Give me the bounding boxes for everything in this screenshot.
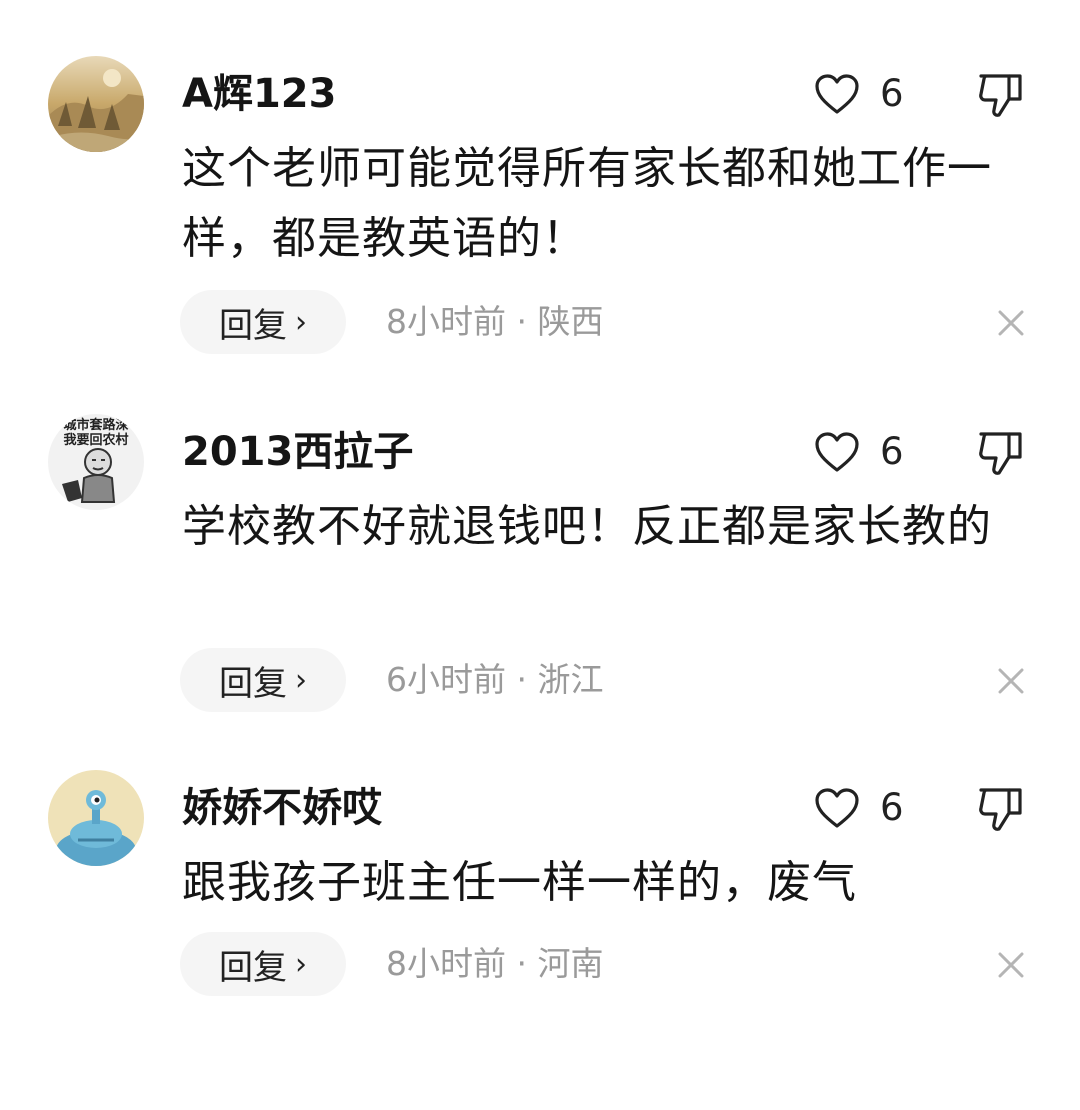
username[interactable]: 娇娇不娇哎 <box>182 784 382 832</box>
comment-meta: 8小时前 · 河南 <box>386 932 603 996</box>
username[interactable]: 2013西拉子 <box>182 428 413 476</box>
meta-separator: · <box>506 660 538 699</box>
heart-icon <box>815 74 859 114</box>
comment-text: 学校教不好就退钱吧！反正都是家长教的 <box>182 501 992 552</box>
comment-time: 6小时前 <box>386 660 506 699</box>
dislike-button[interactable] <box>976 70 1026 120</box>
reply-button[interactable]: 回复 › <box>180 290 346 354</box>
thumbs-down-icon <box>979 74 1022 117</box>
close-icon[interactable] <box>994 948 1028 982</box>
user-avatar[interactable]: 城市套路深 我要回农村 <box>48 414 144 510</box>
heart-icon <box>815 432 859 472</box>
comment-text: 这个老师可能觉得所有家长都和她工作一样，都是教英语的！ <box>182 143 992 264</box>
dislike-button[interactable] <box>976 784 1026 834</box>
avatar-caption-line1: 城市套路深 <box>63 417 128 433</box>
thumbs-down-icon <box>979 788 1022 831</box>
reply-label: 回复 <box>219 663 287 704</box>
comment-item: A辉123 6 这个老师可能觉得所有家长都和她工作一样，都是教英语的！ 回复 ›… <box>0 56 1080 396</box>
like-count: 6 <box>880 786 904 829</box>
user-avatar[interactable] <box>48 56 144 152</box>
comment-time: 8小时前 <box>386 944 506 983</box>
like-count: 6 <box>880 430 904 473</box>
meta-separator: · <box>506 944 538 983</box>
like-button[interactable]: 6 <box>814 70 904 118</box>
thumbs-down-icon <box>979 432 1022 475</box>
like-button[interactable]: 6 <box>814 428 904 476</box>
dislike-button[interactable] <box>976 428 1026 478</box>
comment-location: 陕西 <box>537 302 604 341</box>
like-count: 6 <box>880 72 904 115</box>
reply-label: 回复 <box>219 305 287 346</box>
comment-meta: 8小时前 · 陕西 <box>386 290 603 354</box>
chevron-right-icon: › <box>295 946 307 982</box>
comment-time: 8小时前 <box>386 302 506 341</box>
comment-meta: 6小时前 · 浙江 <box>386 648 603 712</box>
reply-button[interactable]: 回复 › <box>180 648 346 712</box>
comment-location: 河南 <box>537 944 604 983</box>
comment-item: 娇娇不娇哎 6 跟我孩子班主任一样一样的，废气 回复 › 8小时前 · 河南 <box>0 770 1080 1110</box>
comment-item: 城市套路深 我要回农村 2013西拉子 6 学校教不好就退钱吧！反正都是家长教的… <box>0 414 1080 754</box>
avatar-caption-line2: 我要回农村 <box>63 432 128 448</box>
user-avatar[interactable] <box>48 770 144 866</box>
reply-button[interactable]: 回复 › <box>180 932 346 996</box>
close-icon[interactable] <box>994 306 1028 340</box>
like-button[interactable]: 6 <box>814 784 904 832</box>
comment-text: 跟我孩子班主任一样一样的，废气 <box>182 857 857 908</box>
meta-separator: · <box>506 302 538 341</box>
reply-label: 回复 <box>219 947 287 988</box>
heart-icon <box>815 788 859 828</box>
username[interactable]: A辉123 <box>182 70 336 118</box>
comment-location: 浙江 <box>537 660 604 699</box>
chevron-right-icon: › <box>295 304 307 340</box>
close-icon[interactable] <box>994 664 1028 698</box>
chevron-right-icon: › <box>295 662 307 698</box>
